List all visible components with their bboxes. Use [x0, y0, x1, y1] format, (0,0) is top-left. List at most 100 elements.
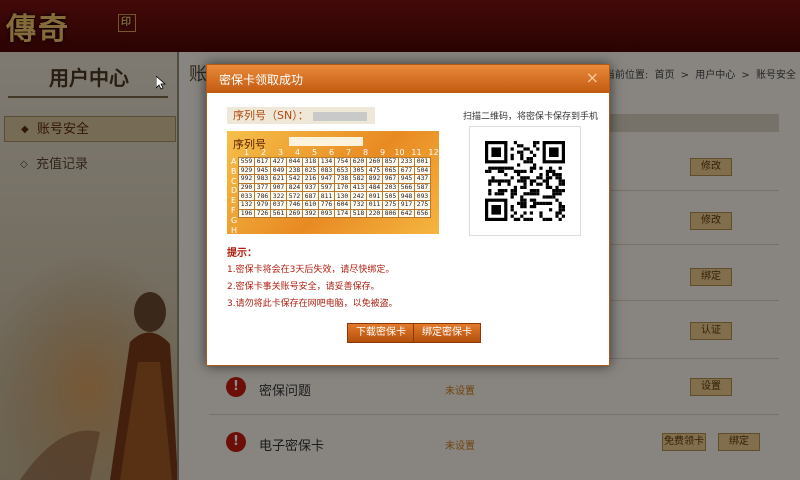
- card-grid-cell: 049: [270, 165, 287, 176]
- card-grid-cell: 947: [318, 174, 335, 184]
- card-grid-cell: 413: [350, 182, 367, 193]
- card-grid-cell: 811: [318, 191, 335, 201]
- card-grid-cell: 561: [270, 208, 287, 219]
- card-grid-cell: 937: [302, 182, 319, 193]
- card-column-header: 1: [243, 148, 250, 157]
- card-row-header: B: [231, 166, 237, 176]
- card-column-header: 11: [411, 148, 422, 157]
- card-row-header: E: [231, 196, 237, 206]
- card-row-header: D: [231, 186, 238, 196]
- card-grid-cell: 216: [302, 174, 319, 184]
- card-row-header: H: [231, 225, 238, 235]
- card-grid-cell: 786: [254, 191, 271, 201]
- tip-line-3: 3.请勿将此卡保存在网吧电脑，以免被盗。: [227, 299, 398, 309]
- qr-code: [469, 126, 581, 236]
- dialog-title: 密保卡领取成功: [219, 73, 304, 87]
- card-grid-cell: 824: [286, 182, 303, 193]
- card-grid-cell: 044: [286, 157, 303, 167]
- card-grid-cell: 260: [366, 157, 383, 167]
- card-grid-cell: 738: [334, 174, 351, 184]
- card-grid-cell: 857: [382, 157, 399, 167]
- security-card-dialog: 密保卡领取成功 × 序列号（SN）： 序列号 1 2 3 4 5 6 7 8 9 10 11 12 A…: [206, 64, 610, 366]
- qr-caption: 扫描二维码，将密保卡保存到手机: [463, 112, 599, 122]
- card-grid-row: 559 617 427 044 318 134 754 620 260 857 233 001: [238, 157, 431, 167]
- card-grid-cell: 392: [302, 208, 319, 219]
- card-grid-cell: 083: [318, 165, 335, 176]
- card-grid-cell: 917: [398, 199, 415, 210]
- card-grid-cell: 134: [318, 157, 335, 167]
- card-grid-cell: 203: [382, 182, 399, 193]
- tip-line-2: 2.密保卡事关账号安全，请妥善保存。: [227, 282, 380, 292]
- card-grid-cell: 093: [318, 208, 335, 219]
- card-column-header: 6: [328, 148, 335, 157]
- card-grid-cell: 318: [302, 157, 319, 167]
- card-grid-cell: 617: [254, 157, 271, 167]
- card-grid-cell: 322: [270, 191, 287, 201]
- card-column-header: 9: [379, 148, 386, 157]
- card-grid-cell: 559: [238, 157, 255, 167]
- card-grid-cell: 437: [414, 174, 431, 184]
- tip-line-1: 1.密保卡将会在3天后失效，请尽快绑定。: [227, 265, 395, 275]
- card-grid-cell: 582: [350, 174, 367, 184]
- serial-number-field: 序列号（SN）：: [227, 107, 375, 124]
- security-card-grid: 559 617 427 044 318 134 754 620 260 857 233 001 929 9…: [238, 157, 431, 219]
- card-serial-redacted: [289, 137, 363, 146]
- card-grid-cell: 093: [414, 191, 431, 201]
- card-grid-cell: 754: [334, 157, 351, 167]
- card-grid-cell: 653: [334, 165, 351, 176]
- card-grid-cell: 269: [286, 208, 303, 219]
- card-grid-cell: 132: [238, 199, 255, 210]
- card-row-header: C: [231, 176, 237, 186]
- card-grid-cell: 656: [414, 208, 431, 219]
- card-grid-cell: 892: [366, 174, 383, 184]
- card-grid-row: 196 726 561 269 392 093 174 518 220 806 642 656: [238, 208, 431, 219]
- bind-card-button[interactable]: 绑定密保卡: [413, 323, 481, 343]
- download-card-button[interactable]: 下载密保卡: [347, 323, 415, 343]
- card-grid-cell: 518: [350, 208, 367, 219]
- card-grid-cell: 945: [398, 174, 415, 184]
- card-grid-cell: 677: [398, 165, 415, 176]
- card-grid-cell: 196: [238, 208, 255, 219]
- card-grid-cell: 174: [334, 208, 351, 219]
- card-grid-cell: 597: [318, 182, 335, 193]
- card-column-header: 2: [260, 148, 267, 157]
- card-grid-cell: 806: [382, 208, 399, 219]
- card-grid-cell: 610: [302, 199, 319, 210]
- card-grid-row: 033 786 322 572 687 811 130 242 091 505 948 093: [238, 191, 431, 201]
- card-grid-cell: 604: [334, 199, 351, 210]
- card-grid-cell: 992: [238, 174, 255, 184]
- card-grid-cell: 504: [414, 165, 431, 176]
- card-row-header: G: [231, 215, 238, 225]
- card-column-header: 4: [294, 148, 301, 157]
- card-grid-cell: 948: [398, 191, 415, 201]
- close-icon[interactable]: ×: [586, 68, 599, 87]
- card-grid-cell: 967: [382, 174, 399, 184]
- card-grid-cell: 687: [302, 191, 319, 201]
- tips-title: 提示：: [227, 248, 257, 259]
- card-grid-cell: 238: [286, 165, 303, 176]
- card-grid-row: 132 979 037 746 610 776 604 732 011 275 917 275: [238, 199, 431, 210]
- card-grid-cell: 275: [382, 199, 399, 210]
- card-grid-row: 929 945 049 238 025 083 653 305 475 065 677 504: [238, 165, 431, 176]
- card-grid-cell: 275: [414, 199, 431, 210]
- card-grid-cell: 621: [270, 174, 287, 184]
- card-grid-cell: 542: [286, 174, 303, 184]
- serial-number-redacted: [312, 111, 367, 121]
- card-column-header: 8: [362, 148, 369, 157]
- card-grid-cell: 505: [382, 191, 399, 201]
- card-grid-cell: 929: [238, 165, 255, 176]
- card-grid-cell: 484: [366, 182, 383, 193]
- card-grid-cell: 170: [334, 182, 351, 193]
- card-grid-cell: 130: [334, 191, 351, 201]
- card-column-header: 12: [428, 148, 439, 157]
- card-grid-cell: 642: [398, 208, 415, 219]
- card-column-header: 3: [277, 148, 284, 157]
- card-grid-cell: 566: [398, 182, 415, 193]
- card-grid-cell: 427: [270, 157, 287, 167]
- card-grid-cell: 220: [366, 208, 383, 219]
- card-grid-cell: 033: [238, 191, 255, 201]
- dialog-header: 密保卡领取成功 ×: [207, 65, 609, 93]
- card-row-header: F: [231, 206, 236, 215]
- card-grid-cell: 776: [318, 199, 335, 210]
- serial-number-label: 序列号（SN）：: [233, 109, 309, 122]
